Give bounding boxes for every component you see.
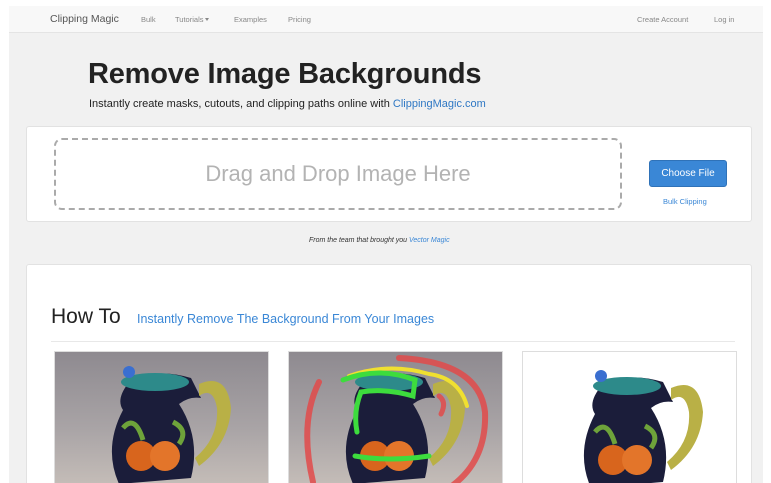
example-result-image [522, 351, 737, 483]
vector-magic-link[interactable]: Vector Magic [409, 237, 450, 244]
howto-panel: How To Instantly Remove The Background F… [26, 264, 752, 483]
nav-examples[interactable]: Examples [234, 15, 267, 24]
clippingmagic-link[interactable]: ClippingMagic.com [393, 98, 486, 110]
drop-zone[interactable]: Drag and Drop Image Here [54, 138, 622, 210]
hero-title: Remove Image Backgrounds [88, 58, 482, 90]
hero-subtitle: Instantly create masks, cutouts, and cli… [89, 98, 486, 110]
nav-create-account[interactable]: Create Account [637, 15, 688, 24]
page: Clipping Magic Bulk Tutorials Examples P… [9, 6, 763, 483]
bulk-clipping-link[interactable]: Bulk Clipping [663, 197, 707, 206]
howto-title: How To [51, 305, 121, 328]
howto-subtitle: Instantly Remove The Background From You… [137, 312, 435, 326]
team-line: From the team that brought you Vector Ma… [309, 237, 450, 244]
team-line-text: From the team that brought you [309, 237, 409, 244]
upload-panel: Drag and Drop Image Here Choose File Bul… [26, 126, 752, 222]
pitcher-photo-illustration [55, 352, 268, 483]
example-marked-image [288, 351, 503, 483]
example-original-image [54, 351, 269, 483]
navbar: Clipping Magic Bulk Tutorials Examples P… [9, 6, 763, 33]
nav-login[interactable]: Log in [714, 15, 734, 24]
pitcher-markup-illustration [289, 352, 502, 483]
nav-pricing[interactable]: Pricing [288, 15, 311, 24]
caret-down-icon [205, 18, 210, 21]
nav-tutorials-label: Tutorials [175, 15, 204, 24]
choose-file-button[interactable]: Choose File [649, 160, 727, 187]
pitcher-cutout-illustration [523, 352, 736, 483]
brand-link[interactable]: Clipping Magic [50, 13, 119, 25]
nav-bulk[interactable]: Bulk [141, 15, 156, 24]
drop-zone-label: Drag and Drop Image Here [205, 161, 471, 186]
nav-tutorials[interactable]: Tutorials [175, 15, 210, 24]
divider [51, 341, 735, 342]
hero-subtitle-text: Instantly create masks, cutouts, and cli… [89, 98, 393, 110]
